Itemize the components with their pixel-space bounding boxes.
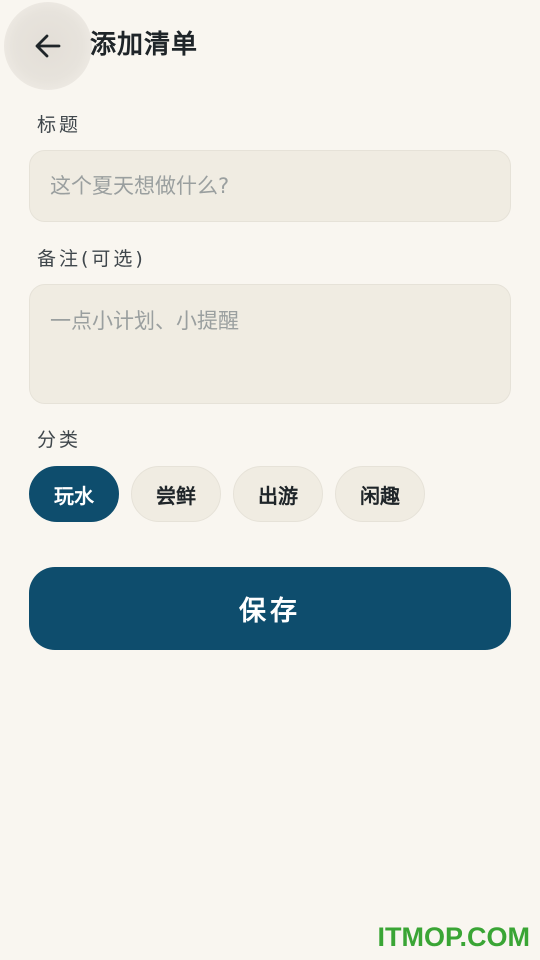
page-title: 添加清单 (90, 30, 199, 60)
app-header: 添加清单 (0, 0, 540, 92)
title-input[interactable] (29, 150, 511, 222)
back-button[interactable] (4, 2, 92, 90)
watermark-logo: ITMOP.COM (377, 922, 530, 952)
title-label: 标题 (37, 114, 82, 136)
category-chip-group: 玩水 尝鲜 出游 闲趣 (29, 466, 425, 522)
arrow-left-icon (33, 31, 63, 61)
note-label: 备注(可选) (37, 248, 146, 270)
note-textarea[interactable] (29, 284, 511, 404)
category-chip-leisure[interactable]: 闲趣 (335, 466, 425, 522)
category-chip-taste[interactable]: 尝鲜 (131, 466, 221, 522)
category-chip-play-water[interactable]: 玩水 (29, 466, 119, 522)
category-label: 分类 (37, 429, 82, 451)
category-chip-travel[interactable]: 出游 (233, 466, 323, 522)
save-button[interactable]: 保存 (29, 567, 511, 650)
